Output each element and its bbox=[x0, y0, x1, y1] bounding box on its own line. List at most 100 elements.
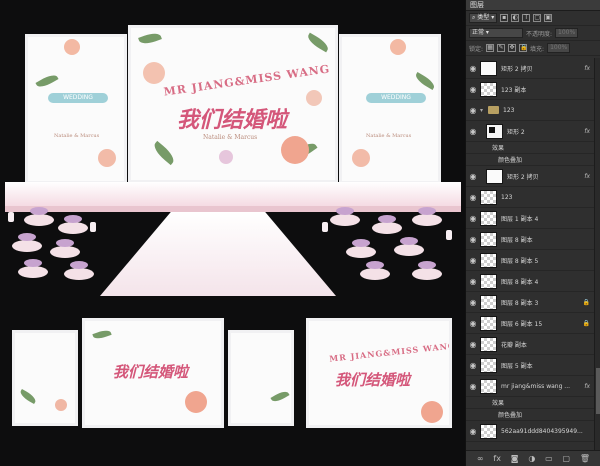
layer-effect-row[interactable]: 效果 bbox=[466, 142, 594, 154]
leaf-decoration bbox=[305, 32, 331, 53]
delete-layer-icon[interactable]: 🗑 bbox=[580, 454, 590, 463]
layer-group-row[interactable]: ◉ ▾ 123 bbox=[466, 100, 594, 121]
visibility-eye-icon[interactable]: ◉ bbox=[466, 427, 480, 436]
filter-pixel-icon[interactable]: ▪ bbox=[500, 14, 509, 22]
visibility-eye-icon[interactable]: ◉ bbox=[466, 319, 480, 328]
layer-row[interactable]: ◉ 图层 6 副本 15 🔒 bbox=[466, 313, 594, 334]
layer-name: mr jiang&miss wang ... bbox=[501, 382, 571, 390]
backdrop-center-board: MR JIANG&MISS WANG 我们结婚啦 Natalie & Marcu… bbox=[128, 25, 338, 183]
blend-mode-dropdown[interactable]: 正常 ▾ bbox=[469, 28, 523, 38]
visibility-eye-icon[interactable]: ◉ bbox=[466, 298, 480, 307]
banquet-table bbox=[412, 261, 442, 280]
scrollbar-thumb[interactable] bbox=[596, 368, 600, 414]
visibility-eye-icon[interactable]: ◉ bbox=[466, 172, 480, 181]
layer-fx-icon[interactable]: fx bbox=[584, 173, 594, 180]
adjustment-layer-icon[interactable]: ◑ bbox=[528, 454, 535, 463]
layer-row[interactable]: ◉ mr jiang&miss wang ... fx bbox=[466, 376, 594, 397]
filter-adjust-icon[interactable]: ◐ bbox=[511, 14, 520, 22]
layer-thumbnail bbox=[480, 378, 497, 394]
visibility-eye-icon[interactable]: ◉ bbox=[466, 256, 480, 265]
filter-smart-icon[interactable]: ▣ bbox=[544, 14, 553, 22]
leaf-decoration bbox=[150, 140, 178, 166]
add-mask-icon[interactable]: ◙ bbox=[511, 454, 519, 463]
visibility-eye-icon[interactable]: ◉ bbox=[466, 127, 480, 136]
layer-row[interactable]: ◉ 562aa91ddd8404395949... bbox=[466, 421, 594, 442]
layer-effect-row[interactable]: 效果 bbox=[466, 397, 594, 409]
couple-names: Natalie & Marcus bbox=[203, 134, 258, 141]
layer-effect-row[interactable]: 颜色叠加 bbox=[466, 154, 594, 166]
layer-effect-row[interactable]: 颜色叠加 bbox=[466, 409, 594, 421]
layer-fx-icon[interactable]: fx bbox=[584, 128, 594, 135]
layer-name: 图层 1 副本 4 bbox=[501, 215, 539, 223]
layer-thumbnail bbox=[480, 294, 497, 310]
layer-name: 123 bbox=[501, 193, 513, 201]
couple-names: Natalie & Marcus bbox=[366, 133, 412, 139]
flower-decoration bbox=[352, 149, 370, 167]
document-canvas[interactable]: MR JIANG&MISS WANG 我们结婚啦 Natalie & Marcu… bbox=[0, 0, 465, 466]
lock-transparent-icon[interactable]: ▦ bbox=[486, 44, 495, 52]
layer-row[interactable]: ◉ 图层 8 副本 bbox=[466, 229, 594, 250]
add-style-icon[interactable]: fx bbox=[493, 454, 501, 463]
layer-thumbnail bbox=[480, 357, 497, 373]
layer-row[interactable]: ◉ 123 bbox=[466, 187, 594, 208]
layer-thumbnail bbox=[480, 252, 497, 268]
visibility-eye-icon[interactable]: ◉ bbox=[466, 106, 480, 115]
backdrop-right-board: WEDDING Natalie & Marcus bbox=[339, 34, 441, 184]
flower-decoration bbox=[219, 150, 233, 164]
banquet-table bbox=[372, 215, 402, 234]
fill-field[interactable]: 100% bbox=[547, 43, 571, 53]
layer-fx-icon[interactable]: fx bbox=[584, 383, 594, 390]
layer-row[interactable]: ◉ 矩形 2 fx bbox=[466, 121, 594, 142]
new-layer-icon[interactable]: ▢ bbox=[563, 454, 571, 463]
layer-name: 颜色叠加 bbox=[498, 412, 523, 419]
layer-lock-icon: 🔒 bbox=[582, 298, 590, 306]
layer-row[interactable]: ◉ 图层 1 副本 4 bbox=[466, 208, 594, 229]
layer-thumbnail bbox=[480, 210, 497, 226]
layer-row[interactable]: ◉ 图层 5 副本 bbox=[466, 355, 594, 376]
layers-scrollbar[interactable] bbox=[594, 58, 600, 450]
banquet-table bbox=[346, 239, 376, 258]
visibility-eye-icon[interactable]: ◉ bbox=[466, 214, 480, 223]
layer-row[interactable]: ◉ 花瓣 副本 bbox=[466, 334, 594, 355]
new-group-icon[interactable]: ▭ bbox=[545, 454, 553, 463]
layer-row[interactable]: ◉ 矩形 2 拷贝 fx bbox=[466, 166, 594, 187]
visibility-eye-icon[interactable]: ◉ bbox=[466, 64, 480, 73]
visibility-eye-icon[interactable]: ◉ bbox=[466, 361, 480, 370]
visibility-eye-icon[interactable]: ◉ bbox=[466, 193, 480, 202]
visibility-eye-icon[interactable]: ◉ bbox=[466, 235, 480, 244]
layer-row[interactable]: ◉ 矩形 2 拷贝 fx bbox=[466, 58, 594, 79]
group-expand-chevron-icon[interactable]: ▾ bbox=[480, 107, 488, 114]
banquet-table bbox=[412, 207, 442, 226]
visibility-eye-icon[interactable]: ◉ bbox=[466, 340, 480, 349]
detail-board-left bbox=[12, 330, 78, 426]
layer-row[interactable]: ◉ 123 副本 bbox=[466, 79, 594, 100]
lock-move-icon[interactable]: ✥ bbox=[508, 44, 517, 52]
layer-thumbnail bbox=[486, 168, 503, 184]
visibility-eye-icon[interactable]: ◉ bbox=[466, 382, 480, 391]
visibility-eye-icon[interactable]: ◉ bbox=[466, 277, 480, 286]
banquet-table bbox=[64, 261, 94, 280]
leaf-decoration bbox=[18, 388, 38, 405]
title-chinese: 我们结婚啦 bbox=[113, 363, 189, 381]
layer-name: 123 副本 bbox=[501, 86, 527, 94]
couple-names: Natalie & Marcus bbox=[54, 133, 100, 139]
filter-kind-dropdown[interactable]: ⌕ 类型 ▾ bbox=[469, 13, 498, 23]
layer-thumbnail bbox=[480, 60, 497, 76]
leaf-decoration bbox=[413, 72, 437, 90]
banquet-table bbox=[12, 233, 42, 252]
layer-fx-icon[interactable]: fx bbox=[584, 65, 594, 72]
filter-shape-icon[interactable]: ▢ bbox=[533, 14, 542, 22]
title-chinese: 我们结婚啦 bbox=[177, 107, 288, 133]
layer-name: 图层 5 副本 bbox=[501, 362, 533, 370]
link-layers-icon[interactable]: ∞ bbox=[477, 454, 484, 463]
layer-row[interactable]: ◉ 图层 8 副本 5 bbox=[466, 250, 594, 271]
layers-panel: 图层 ⌕ 类型 ▾ ▪ ◐ T ▢ ▣ 正常 ▾ 不透明度: 100% 锁定: … bbox=[465, 0, 600, 466]
lock-brush-icon[interactable]: ✎ bbox=[497, 44, 506, 52]
tab-layers[interactable]: 图层 bbox=[466, 0, 600, 11]
visibility-eye-icon[interactable]: ◉ bbox=[466, 85, 480, 94]
layer-row[interactable]: ◉ 图层 8 副本 3 🔒 bbox=[466, 292, 594, 313]
layer-row[interactable]: ◉ 图层 8 副本 4 bbox=[466, 271, 594, 292]
lock-all-icon[interactable]: 🔒 bbox=[519, 44, 528, 52]
filter-type-icon[interactable]: T bbox=[522, 14, 531, 22]
opacity-field[interactable]: 100% bbox=[555, 28, 579, 38]
